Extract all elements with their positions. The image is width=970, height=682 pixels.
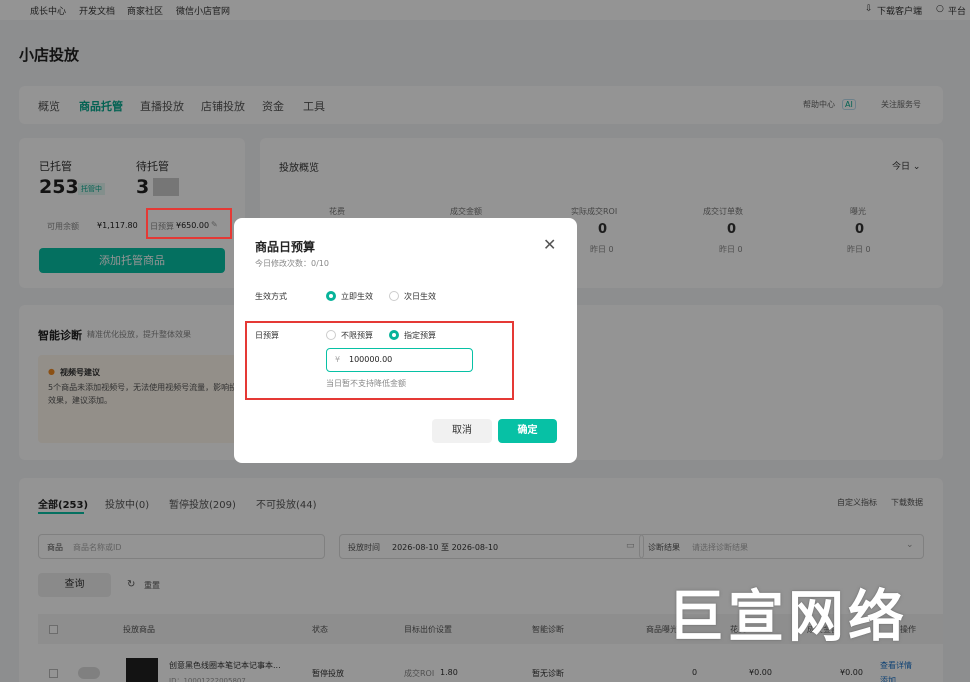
effect-label: 生效方式 xyxy=(255,292,287,301)
close-icon[interactable]: ✕ xyxy=(543,235,556,254)
effect-immediate-label[interactable]: 立即生效 xyxy=(341,291,373,302)
watermark: 巨宣网络 xyxy=(668,585,908,650)
budget-highlight-box xyxy=(146,208,232,239)
confirm-button[interactable]: 确定 xyxy=(498,419,557,443)
dialog-title: 商品日预算 xyxy=(255,240,316,254)
effect-immediate-radio[interactable] xyxy=(326,291,336,301)
cancel-button[interactable]: 取消 xyxy=(432,419,492,443)
budget-setting-highlight-box xyxy=(245,321,514,400)
effect-next-day-label[interactable]: 次日生效 xyxy=(404,291,436,302)
dialog-subtitle: 今日修改次数：0/10 xyxy=(255,259,329,268)
effect-next-day-radio[interactable] xyxy=(389,291,399,301)
